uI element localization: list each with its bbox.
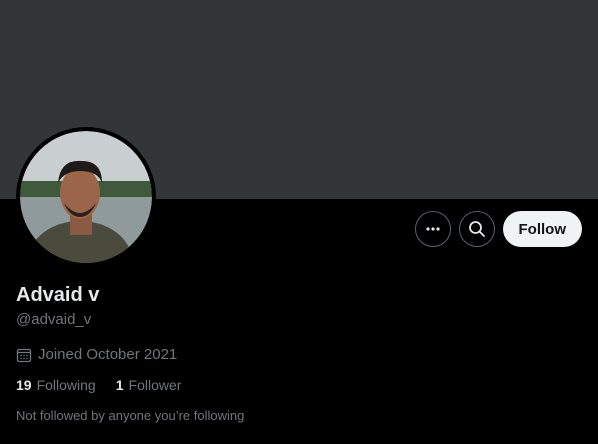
- calendar-icon: [16, 348, 32, 362]
- joined-text: Joined October 2021: [38, 346, 178, 363]
- mutuals-note: Not followed by anyone you’re following: [16, 408, 245, 423]
- followers-link[interactable]: 1 Follower: [116, 377, 182, 393]
- following-link[interactable]: 19 Following: [16, 377, 96, 393]
- avatar-photo: [20, 131, 152, 263]
- profile-name: Advaid v: [16, 284, 100, 306]
- search-button[interactable]: [458, 211, 495, 247]
- following-count: 19: [16, 377, 32, 393]
- more-button[interactable]: [414, 211, 451, 247]
- profile-actions: Follow: [414, 211, 582, 247]
- search-icon: [468, 221, 485, 237]
- profile-avatar[interactable]: [16, 127, 156, 267]
- joined-date: Joined October 2021: [16, 346, 177, 363]
- follow-button[interactable]: Follow: [502, 211, 582, 247]
- followers-label: Follower: [128, 377, 182, 393]
- profile-handle: @advaid_v: [16, 311, 92, 328]
- more-dots-icon: [425, 227, 440, 231]
- profile-stats: 19 Following 1 Follower: [16, 377, 181, 393]
- following-label: Following: [36, 377, 96, 393]
- followers-count: 1: [115, 377, 124, 393]
